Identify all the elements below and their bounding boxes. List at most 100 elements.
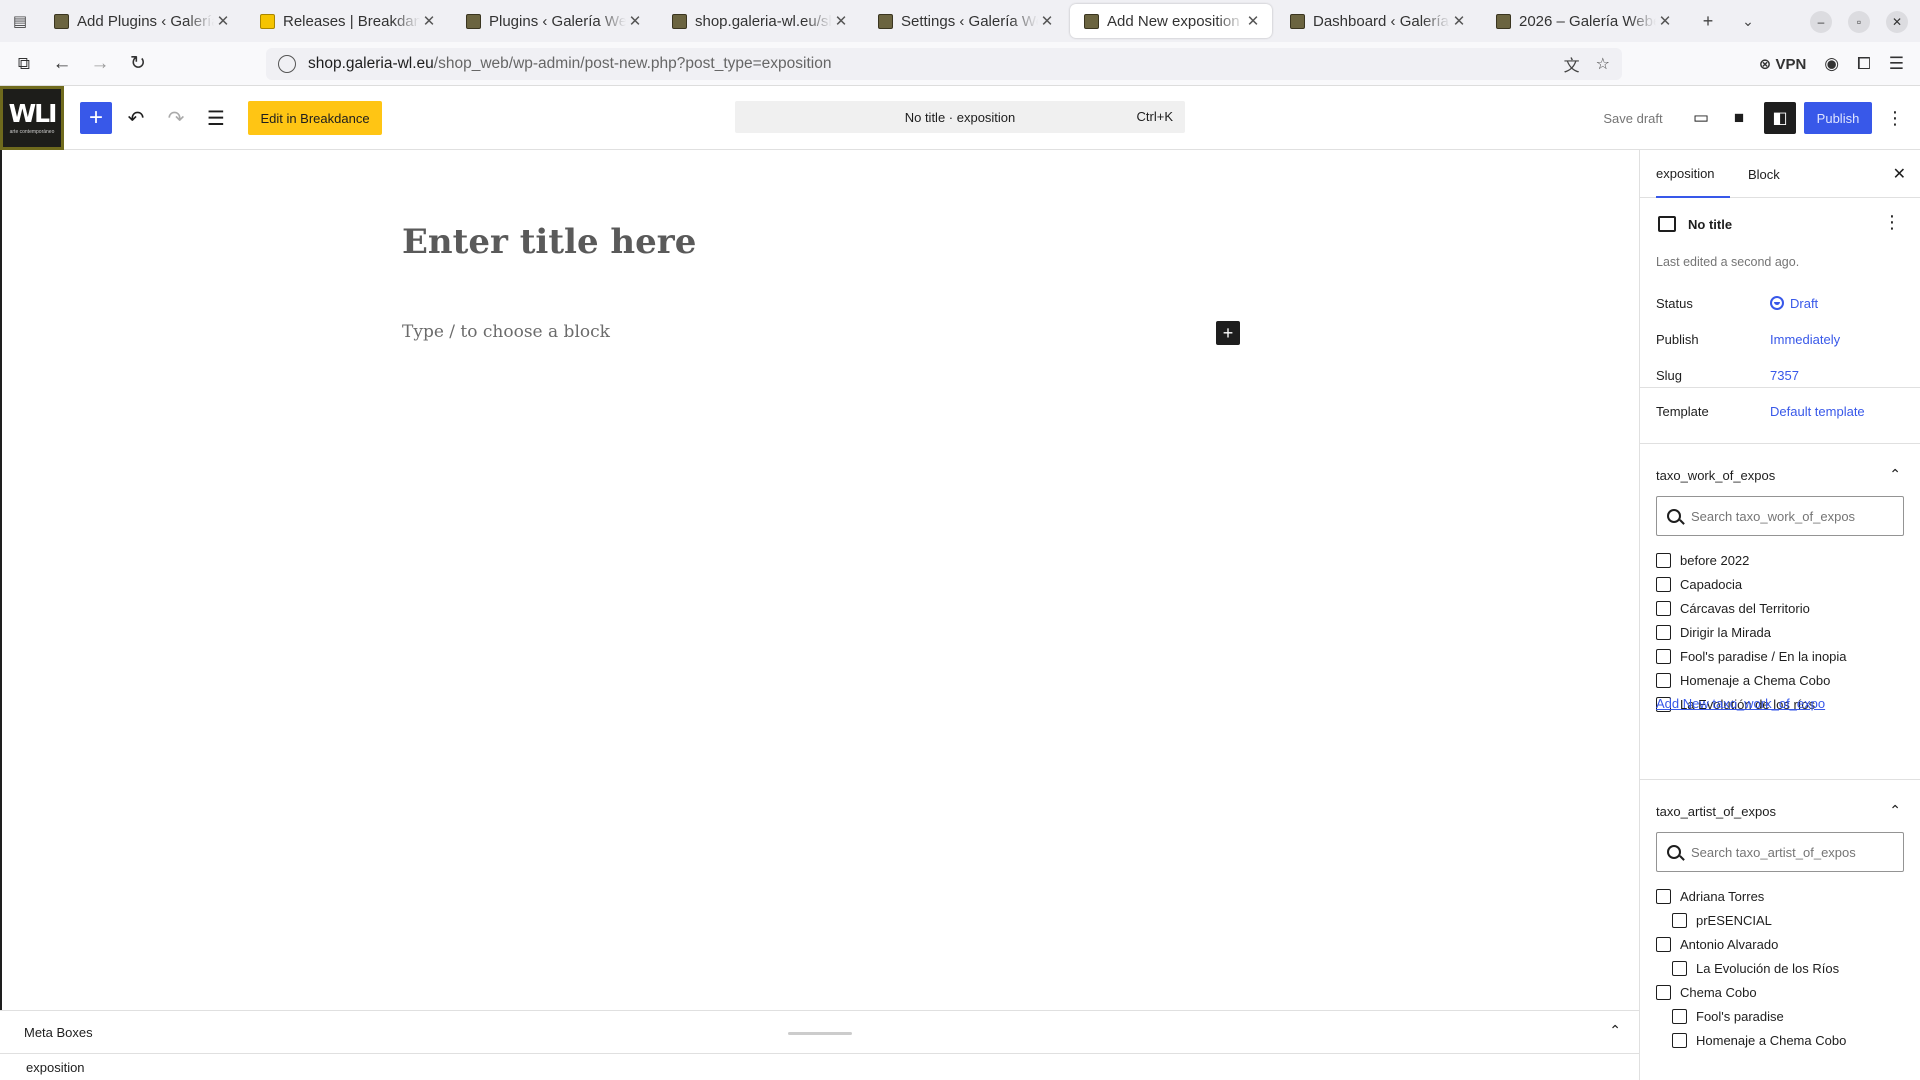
chevron-up-icon[interactable]: ⌃ [1889,802,1901,819]
close-tab-icon[interactable]: ✕ [832,12,850,30]
breadcrumb-item[interactable]: exposition [26,1060,85,1075]
close-tab-icon[interactable]: ✕ [420,12,438,30]
taxo-work-heading[interactable]: taxo_work_of_expos [1656,468,1775,483]
term-checkbox[interactable] [1656,672,1671,688]
term-label[interactable]: before 2022 [1680,553,1749,568]
browser-tab[interactable]: Add New exposition ‹ G✕ [1070,4,1272,38]
command-palette-button[interactable]: No title · exposition Ctrl+K [735,101,1185,133]
term-checkbox[interactable] [1672,1032,1687,1048]
redo-button[interactable]: ↷ [162,100,190,136]
term-label[interactable]: Homenaje a Chema Cobo [1680,673,1830,688]
default-block-appender[interactable]: Type / to choose a block [402,322,610,342]
term-checkbox[interactable] [1656,600,1671,616]
last-edited-text: Last edited a second ago. [1656,255,1800,269]
url-host: shop.galeria-wl.eu [308,55,434,72]
post-title-input[interactable]: Enter title here [402,222,696,262]
term-label[interactable]: Antonio Alvarado [1680,937,1778,952]
browser-tab[interactable]: 2026 – Galería Weber-L✕ [1482,4,1684,38]
document-overview-button[interactable]: ☰ [202,100,230,136]
close-window-button[interactable]: ✕ [1886,11,1908,33]
term-label[interactable]: Homenaje a Chema Cobo [1696,1033,1846,1048]
term-label[interactable]: Fool's paradise [1696,1009,1784,1024]
translate-icon[interactable]: 文 [1564,52,1580,76]
term-label[interactable]: Dirigir la Mirada [1680,625,1771,640]
term-checkbox[interactable] [1656,552,1671,568]
term-label[interactable]: Capadocia [1680,577,1742,592]
close-tab-icon[interactable]: ✕ [1038,12,1056,30]
shopping-bag-icon[interactable]: ■ [1724,100,1754,136]
publish-button[interactable]: Publish [1804,102,1872,134]
term-label[interactable]: prESENCIAL [1696,913,1772,928]
term-label[interactable]: Adriana Torres [1680,889,1764,904]
term-checkbox[interactable] [1656,936,1671,952]
maximize-window-button[interactable]: ▫ [1848,11,1870,33]
sidebar-toggle-icon[interactable]: ⧉ [6,46,42,82]
term-checkbox[interactable] [1656,624,1671,640]
taxo-work-search[interactable] [1656,496,1904,536]
back-button[interactable]: ← [44,46,80,82]
close-tab-icon[interactable]: ✕ [1656,12,1674,30]
site-logo-button[interactable]: WLI arte contemporáneo [0,86,64,150]
status-value[interactable]: Draft [1770,296,1818,311]
account-icon[interactable]: ◉ [1824,54,1839,74]
close-tab-icon[interactable]: ✕ [626,12,644,30]
inline-block-inserter-button[interactable]: + [1216,321,1240,345]
term-checkbox[interactable] [1656,984,1671,1000]
undo-button[interactable]: ↶ [122,100,150,136]
reload-button[interactable]: ↻ [120,46,156,82]
template-value[interactable]: Default template [1770,404,1865,419]
taxo-artist-search-input[interactable] [1691,844,1891,860]
forward-button[interactable]: → [82,46,118,82]
vpn-label: VPN [1775,56,1807,73]
taxo-work-panel: taxo_work_of_expos ⌃ before 2022 Capadoci… [1640,444,1920,779]
edit-in-breakdance-button[interactable]: Edit in Breakdance [248,101,382,135]
term-label[interactable]: Fool's paradise / En la inopia [1680,649,1847,664]
vpn-button[interactable]: ⊗ VPN [1759,55,1807,73]
browser-tab[interactable]: Settings ‹ Galería Web ✕ [864,4,1066,38]
add-new-taxo-work-link[interactable]: Add New taxo_work_of_expo [1656,696,1825,711]
resize-handle[interactable] [788,1032,852,1035]
taxo-artist-search[interactable] [1656,832,1904,872]
tab-list-icon[interactable]: ▤ [0,0,40,42]
browser-tab[interactable]: Plugins ‹ Galería Webe✕ [452,4,654,38]
close-tab-icon[interactable]: ✕ [1450,12,1468,30]
bookmark-star-icon[interactable]: ☆ [1596,54,1610,74]
close-tab-icon[interactable]: ✕ [1244,12,1262,30]
settings-sidebar-toggle[interactable]: ◧ [1764,102,1796,134]
term-checkbox[interactable] [1656,888,1671,904]
tab-overflow-chevron-icon[interactable]: ⌄ [1728,0,1768,42]
browser-tab[interactable]: Add Plugins ‹ Galería W✕ [40,4,242,38]
preview-icon[interactable]: ▭ [1686,100,1716,136]
taxo-work-list: before 2022 Capadocia Cárcavas del Territo… [1656,548,1906,720]
term-checkbox[interactable] [1672,912,1687,928]
new-tab-button[interactable]: + [1688,0,1728,42]
close-tab-icon[interactable]: ✕ [214,12,232,30]
taxo-artist-heading[interactable]: taxo_artist_of_expos [1656,804,1776,819]
chevron-up-icon[interactable]: ⌃ [1609,1022,1621,1039]
browser-tab[interactable]: Releases | Breakdance✕ [246,4,448,38]
taxo-work-search-input[interactable] [1691,508,1891,524]
term-label[interactable]: La Evolución de los Ríos [1696,961,1839,976]
search-icon [1667,845,1681,859]
chevron-up-icon[interactable]: ⌃ [1889,466,1901,483]
term-checkbox[interactable] [1656,648,1671,664]
extensions-icon[interactable]: ⧠ [1857,54,1871,74]
minimize-window-button[interactable]: – [1810,11,1832,33]
publish-value[interactable]: Immediately [1770,332,1840,347]
block-inserter-button[interactable]: + [80,102,112,134]
url-bar[interactable]: shop.galeria-wl.eu/shop_web/wp-admin/pos… [266,48,1622,80]
save-draft-button[interactable]: Save draft [1598,100,1668,136]
browser-tab[interactable]: Dashboard ‹ Galería W✕ [1276,4,1478,38]
meta-boxes-bar[interactable]: Meta Boxes ⌃ [0,1010,1639,1054]
post-actions-kebab-icon[interactable]: ⋮ [1883,212,1901,233]
menu-icon[interactable]: ☰ [1889,54,1904,74]
browser-tab[interactable]: shop.galeria-wl.eu/sho ✕ [658,4,860,38]
term-label[interactable]: Chema Cobo [1680,985,1757,1000]
term-checkbox[interactable] [1656,576,1671,592]
term-checkbox[interactable] [1672,960,1687,976]
term-label[interactable]: Cárcavas del Territorio [1680,601,1810,616]
site-info-icon[interactable] [278,55,296,73]
options-kebab-icon[interactable]: ⋮ [1880,100,1910,136]
term-checkbox[interactable] [1672,1008,1687,1024]
slug-value[interactable]: 7357 [1770,368,1799,383]
